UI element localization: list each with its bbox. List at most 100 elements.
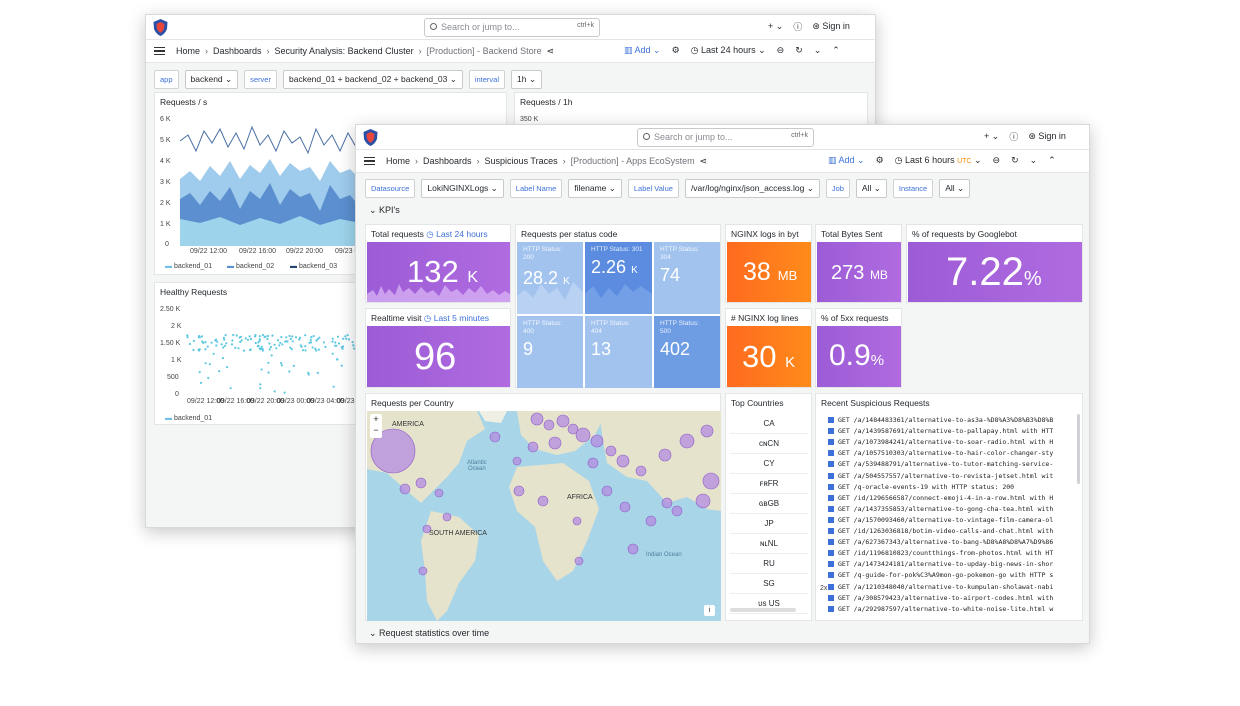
map-info-icon[interactable]: i	[704, 605, 715, 616]
country-bubble[interactable]	[572, 516, 582, 526]
country-bubble[interactable]	[574, 556, 584, 566]
var-select-job[interactable]: All ⌄	[855, 179, 887, 198]
log-line[interactable]: GET /a/627367343/alternative-to-bang-%D8…	[827, 538, 1053, 546]
zoom-out-icon[interactable]: ⊖	[993, 155, 1001, 166]
zoom-out-icon[interactable]: −	[373, 425, 378, 435]
horizontal-scrollbar[interactable]	[730, 608, 796, 612]
recent-suspicious-requests-panel[interactable]: Recent Suspicious Requests GET /a/148448…	[815, 393, 1083, 621]
grafana-logo-icon[interactable]	[362, 128, 379, 147]
googlebot-percentage-panel[interactable]: % of requests by Googlebot 7.22%	[906, 224, 1083, 303]
requests-per-country-panel[interactable]: Requests per Country + − AMERICA Atlantic…	[365, 393, 721, 621]
row-header-request-statistics[interactable]: ⌄ Request statistics over time	[369, 628, 489, 639]
log-line[interactable]: GET /a/1073984241/alternative-to-soar-ra…	[827, 438, 1053, 446]
country-bubble[interactable]	[537, 495, 549, 507]
country-bubble[interactable]	[548, 436, 562, 450]
new-menu-icon[interactable]: + ⌄	[984, 131, 999, 142]
grafana-logo-icon[interactable]	[152, 18, 169, 37]
log-line[interactable]: GET /a/1057510303/alternative-to-hair-co…	[827, 449, 1053, 457]
nginx-logs-bytes-panel[interactable]: NGINX logs in byt 38 MB	[725, 224, 812, 303]
country-item[interactable]: CA	[730, 414, 808, 434]
log-line[interactable]: GET /a/504557557/alternative-to-revista-…	[827, 472, 1053, 480]
country-bubble[interactable]	[702, 472, 720, 490]
country-bubble[interactable]	[671, 505, 683, 517]
country-bubble[interactable]	[679, 433, 695, 449]
country-bubble[interactable]	[695, 493, 711, 509]
country-bubble[interactable]	[616, 454, 630, 468]
country-bubble[interactable]	[556, 414, 570, 428]
country-bubble[interactable]	[530, 412, 544, 426]
new-menu-icon[interactable]: + ⌄	[768, 21, 783, 32]
sign-in-link[interactable]: ⊛ Sign in	[812, 21, 850, 32]
add-button[interactable]: ▥ Add ⌄	[624, 45, 661, 56]
log-line[interactable]: GET /id/1263036818/botim-video-calls-and…	[827, 527, 1053, 535]
share-icon[interactable]: ⋖	[547, 46, 555, 57]
total-bytes-sent-panel[interactable]: Total Bytes Sent 273 MB	[815, 224, 902, 303]
top-countries-panel[interactable]: Top Countries CA ᴄɴCN CY ꜰʀFR ɢʙGB JP ɴʟNL RU SG…	[725, 393, 812, 621]
legend-item[interactable]: ▬ backend_01	[165, 415, 212, 422]
log-line[interactable]: GET /id/1296566587/connect-emoji-4-in-a-…	[827, 494, 1053, 502]
legend-item[interactable]: ▬ backend_03	[290, 263, 337, 270]
refresh-icon[interactable]: ↻	[1011, 155, 1019, 166]
country-bubble[interactable]	[635, 465, 647, 477]
country-item[interactable]: ɴʟNL	[730, 534, 808, 554]
sign-in-link[interactable]: ⊛ Sign in	[1028, 131, 1066, 142]
time-range-picker[interactable]: ◷ Last 24 hours ⌄	[691, 45, 766, 56]
var-select-interval[interactable]: 1h ⌄	[511, 70, 542, 89]
breadcrumb-folder[interactable]: Security Analysis: Backend Cluster	[275, 46, 414, 57]
log-line[interactable]: GET /id/1196810823/countthings-from-phot…	[827, 549, 1053, 557]
log-line[interactable]: GET /a/539488791/alternative-to-tutor-ma…	[827, 460, 1053, 468]
nginx-log-lines-panel[interactable]: # NGINX log lines 30 K	[725, 308, 812, 388]
var-select-label-value[interactable]: /var/log/nginx/json_access.log ⌄	[684, 179, 820, 198]
country-item[interactable]: ꜰʀFR	[730, 474, 808, 494]
total-requests-panel[interactable]: Total requests ◷ Last 24 hours 132 K	[365, 224, 511, 303]
legend-item[interactable]: ▬ backend_01	[165, 263, 212, 270]
country-bubble[interactable]	[415, 477, 427, 489]
collapse-icon[interactable]: ⌃	[1048, 155, 1056, 166]
country-bubble[interactable]	[627, 543, 639, 555]
help-icon[interactable]: ⓘ	[1009, 130, 1018, 143]
country-bubble[interactable]	[575, 427, 591, 443]
share-icon[interactable]: ⋖	[700, 156, 708, 167]
realtime-visit-panel[interactable]: Realtime visit ◷ Last 5 minutes 96	[365, 308, 511, 388]
vertical-scrollbar[interactable]	[1077, 414, 1080, 484]
log-line[interactable]: GET /a/1484483361/alternative-to-as3a-%D…	[827, 416, 1053, 424]
add-button[interactable]: ▥ Add ⌄	[828, 155, 865, 166]
country-bubble[interactable]	[658, 448, 672, 462]
world-map[interactable]	[367, 411, 721, 621]
log-line[interactable]: GET /q-guide-for-pok%C3%A9mon-go-pokemon…	[827, 571, 1053, 579]
country-bubble[interactable]	[587, 457, 599, 469]
country-bubble[interactable]	[512, 456, 522, 466]
country-item[interactable]: SG	[730, 574, 808, 594]
legend-item[interactable]: ▬ backend_02	[227, 263, 274, 270]
country-bubble[interactable]	[489, 431, 501, 443]
time-range-picker[interactable]: ◷ Last 6 hours UTC ⌄	[895, 155, 982, 166]
breadcrumb-folder[interactable]: Suspicious Traces	[485, 156, 558, 167]
breadcrumb-home[interactable]: Home	[386, 156, 410, 167]
log-line[interactable]: GET /a/1437355853/alternative-to-gong-ch…	[827, 505, 1053, 513]
var-select-app[interactable]: backend ⌄	[184, 70, 239, 89]
menu-icon[interactable]	[364, 157, 375, 165]
country-bubble[interactable]	[601, 485, 613, 497]
breadcrumb-dashboards[interactable]: Dashboards	[213, 46, 262, 57]
country-bubble[interactable]	[399, 483, 411, 495]
log-line[interactable]: GET /q-oracle-events-19 with HTTP status…	[827, 483, 1014, 491]
refresh-interval-dropdown[interactable]: ⌄	[814, 45, 822, 56]
breadcrumb-dashboards[interactable]: Dashboards	[423, 156, 472, 167]
log-line[interactable]: GET /a/1439587691/alternative-to-pallapa…	[827, 427, 1053, 435]
log-line[interactable]: GET /a/1473424181/alternative-to-upday-b…	[827, 560, 1053, 568]
country-bubble[interactable]	[619, 501, 631, 513]
country-item[interactable]: RU	[730, 554, 808, 574]
refresh-interval-dropdown[interactable]: ⌄	[1030, 155, 1038, 166]
country-bubble[interactable]	[418, 566, 428, 576]
settings-gear-icon[interactable]: ⚙	[672, 45, 680, 56]
row-header-kpis[interactable]: ⌄ KPI's	[369, 205, 400, 216]
country-bubble[interactable]	[442, 512, 452, 522]
country-bubble[interactable]	[700, 424, 714, 438]
country-bubble[interactable]	[645, 515, 657, 527]
search-input[interactable]: Search or jump to... ctrl+k	[424, 18, 600, 37]
refresh-icon[interactable]: ↻	[795, 45, 803, 56]
country-bubble[interactable]	[434, 488, 444, 498]
menu-icon[interactable]	[154, 47, 165, 55]
breadcrumb-home[interactable]: Home	[176, 46, 200, 57]
zoom-out-icon[interactable]: ⊖	[777, 45, 785, 56]
